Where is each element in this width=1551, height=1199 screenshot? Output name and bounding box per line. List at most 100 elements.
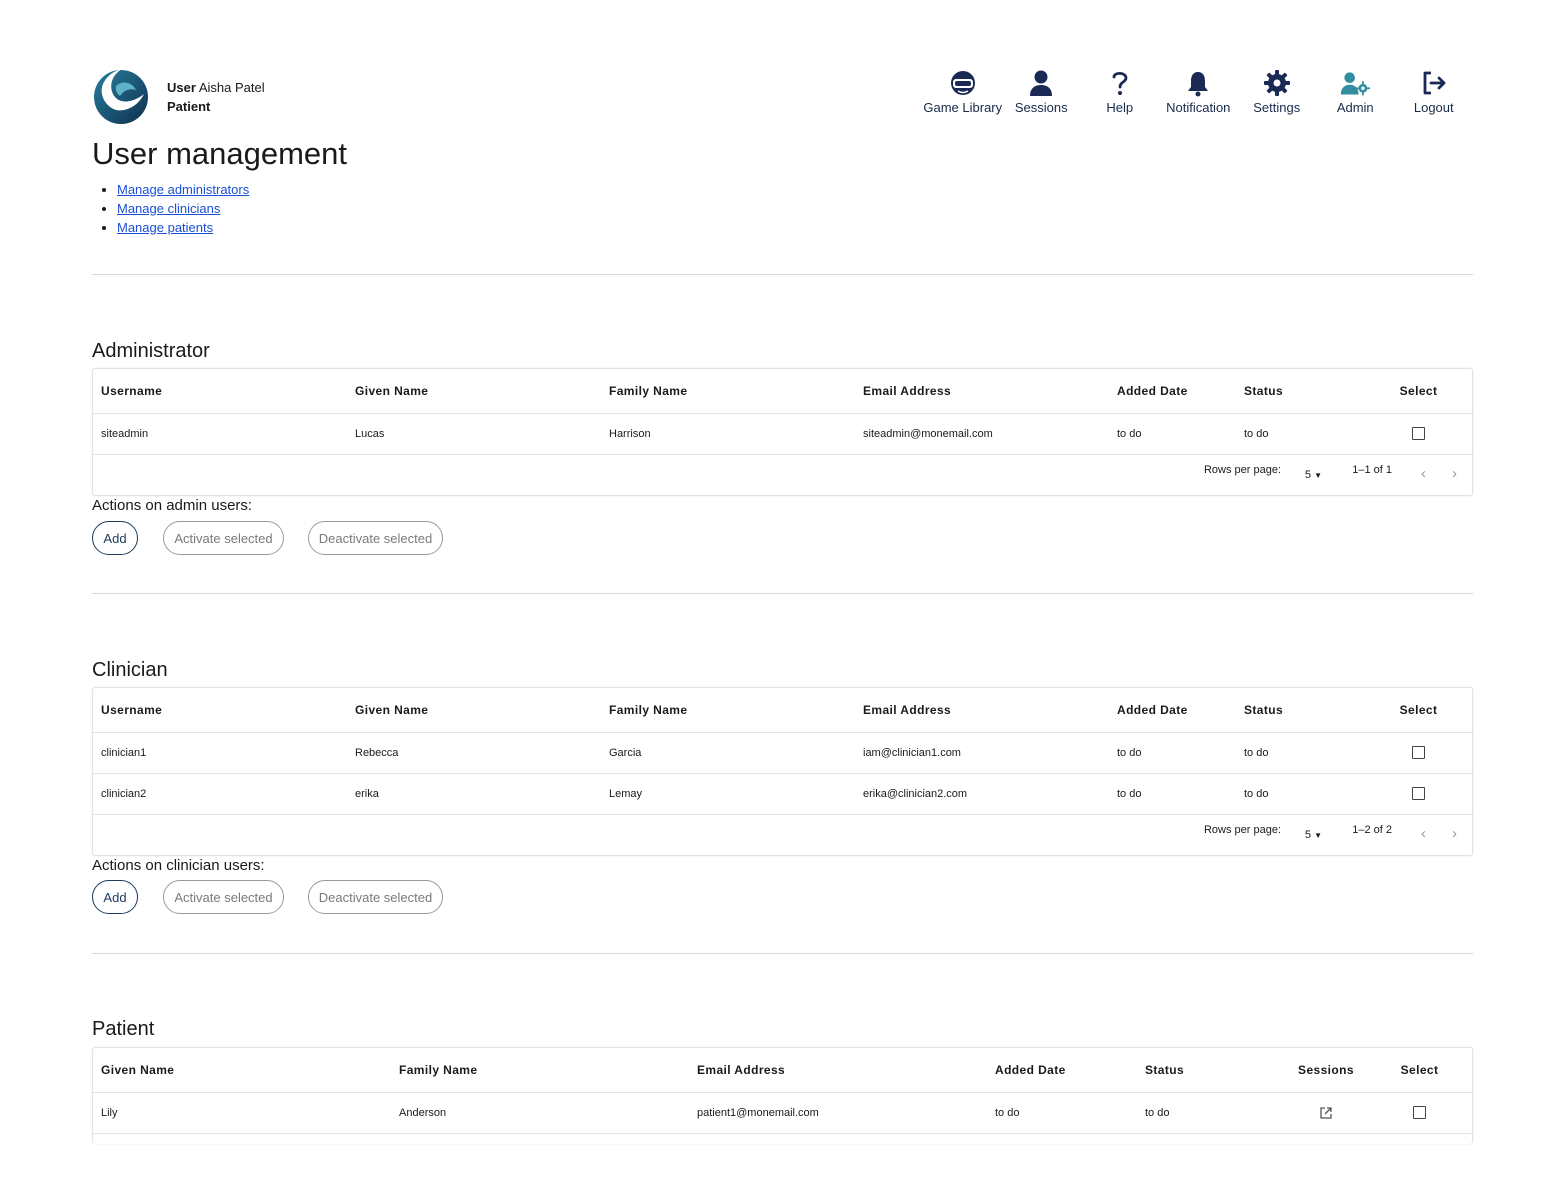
page-title: User management <box>92 136 348 171</box>
user-info: User Aisha Patel Patient <box>167 78 265 116</box>
patient-table: Given Name Family Name Email Address Add… <box>92 1047 1473 1144</box>
col-select[interactable]: Select <box>1363 688 1474 733</box>
app-logo <box>94 69 148 124</box>
nav-settings[interactable]: Settings <box>1238 68 1317 115</box>
divider <box>92 593 1473 594</box>
cell-family-name: Lemay <box>601 773 855 815</box>
col-email[interactable]: Email Address <box>855 369 1109 414</box>
cell-given-name: Lily <box>93 1092 391 1134</box>
col-username[interactable]: Username <box>93 369 347 414</box>
caret-down-icon: ▼ <box>1314 830 1322 840</box>
divider <box>92 274 1473 275</box>
col-family-name[interactable]: Family Name <box>391 1048 689 1093</box>
col-select[interactable]: Select <box>1365 1048 1472 1093</box>
clinician-deactivate-button[interactable]: Deactivate selected <box>308 880 443 914</box>
nav-label: Admin <box>1336 100 1374 115</box>
col-added-date[interactable]: Added Date <box>987 1048 1137 1093</box>
cell-added-date: to do <box>1109 732 1236 774</box>
app-header: User Aisha Patel Patient Game Library Se… <box>92 64 1473 126</box>
nav-notification[interactable]: Notification <box>1159 68 1238 115</box>
rows-per-page-value: 5 <box>1304 828 1312 841</box>
cell-email: patient1@monemail.com <box>689 1092 987 1134</box>
list-item: Manage clinicians <box>117 199 249 218</box>
external-link-icon[interactable] <box>1319 1106 1333 1120</box>
cell-status: to do <box>1236 413 1363 455</box>
col-status[interactable]: Status <box>1236 369 1363 414</box>
admin-activate-button[interactable]: Activate selected <box>163 521 284 555</box>
cell-status: to do <box>1137 1092 1287 1134</box>
nav-help[interactable]: Help <box>1081 68 1160 115</box>
admin-table: Username Given Name Family Name Email Ad… <box>92 368 1474 496</box>
cell-family-name: Anderson <box>391 1092 689 1134</box>
cell-select <box>1363 732 1474 774</box>
col-status[interactable]: Status <box>1236 688 1363 733</box>
select-checkbox[interactable] <box>1412 746 1425 759</box>
link-manage-clinicians[interactable]: Manage clinicians <box>117 201 220 216</box>
col-family-name[interactable]: Family Name <box>601 688 855 733</box>
table-row: clinician2 erika Lemay erika@clinician2.… <box>93 773 1474 815</box>
list-item: Manage administrators <box>117 180 249 199</box>
cell-added-date: to do <box>1109 413 1236 455</box>
col-sessions[interactable]: Sessions <box>1287 1048 1365 1093</box>
col-added-date[interactable]: Added Date <box>1109 369 1236 414</box>
col-added-date[interactable]: Added Date <box>1109 688 1236 733</box>
gear-icon <box>1262 68 1292 98</box>
nav-sessions[interactable]: Sessions <box>1002 68 1081 115</box>
admin-actions-label: Actions on admin users: <box>92 497 253 514</box>
col-username[interactable]: Username <box>93 688 347 733</box>
col-email[interactable]: Email Address <box>689 1048 987 1093</box>
rows-per-page-select[interactable]: 5 ▼ <box>1305 469 1322 481</box>
col-status[interactable]: Status <box>1137 1048 1287 1093</box>
patient-section-title: Patient <box>92 1018 155 1040</box>
logout-icon <box>1419 68 1449 98</box>
table-row: clinician1 Rebecca Garcia iam@clinician1… <box>93 732 1474 774</box>
cell-given-name: Rebecca <box>347 732 601 774</box>
clinician-section-title: Clinician <box>92 659 168 681</box>
col-given-name[interactable]: Given Name <box>347 688 601 733</box>
nav-label: Sessions <box>1014 100 1068 115</box>
cell-email: iam@clinician1.com <box>855 732 1109 774</box>
rows-per-page-label: Rows per page: <box>1203 463 1281 476</box>
table-row: Lily Anderson patient1@monemail.com to d… <box>93 1092 1472 1134</box>
select-checkbox[interactable] <box>1412 787 1425 800</box>
col-given-name[interactable]: Given Name <box>347 369 601 414</box>
link-manage-administrators[interactable]: Manage administrators <box>117 182 249 197</box>
nav-game-library[interactable]: Game Library <box>923 68 1002 115</box>
nav-logout[interactable]: Logout <box>1395 68 1474 115</box>
admin-deactivate-button[interactable]: Deactivate selected <box>308 521 443 555</box>
question-icon <box>1105 68 1135 98</box>
nav-admin[interactable]: Admin <box>1316 68 1395 115</box>
vr-headset-icon <box>948 68 978 98</box>
bell-icon <box>1183 68 1213 98</box>
col-email[interactable]: Email Address <box>855 688 1109 733</box>
cell-family-name: Harrison <box>601 413 855 455</box>
clinician-add-button[interactable]: Add <box>92 880 138 914</box>
chevron-right-icon[interactable]: › <box>1452 825 1457 842</box>
admin-section-title: Administrator <box>92 340 210 362</box>
link-manage-patients[interactable]: Manage patients <box>117 220 213 235</box>
chevron-left-icon[interactable]: ‹ <box>1421 825 1426 842</box>
pagination-range: 1–2 of 2 <box>1352 823 1392 836</box>
nav-label: Settings <box>1253 100 1301 115</box>
nav-label: Help <box>1106 100 1134 115</box>
user-name: Aisha Patel <box>198 80 265 95</box>
col-given-name[interactable]: Given Name <box>93 1048 391 1093</box>
chevron-left-icon[interactable]: ‹ <box>1421 465 1426 482</box>
table-header-row: Given Name Family Name Email Address Add… <box>93 1048 1472 1093</box>
user-label: User <box>167 80 196 95</box>
admin-add-button[interactable]: Add <box>92 521 138 555</box>
chevron-right-icon[interactable]: › <box>1452 465 1457 482</box>
cell-given-name: Lucas <box>347 413 601 455</box>
cell-username: clinician1 <box>93 732 347 774</box>
table-header-row: Username Given Name Family Name Email Ad… <box>93 369 1474 414</box>
select-checkbox[interactable] <box>1412 427 1425 440</box>
rows-per-page-select[interactable]: 5 ▼ <box>1305 829 1322 841</box>
col-family-name[interactable]: Family Name <box>601 369 855 414</box>
select-checkbox[interactable] <box>1413 1106 1426 1119</box>
col-select[interactable]: Select <box>1363 369 1474 414</box>
clinician-activate-button[interactable]: Activate selected <box>163 880 284 914</box>
cell-select <box>1365 1092 1472 1134</box>
table-pagination: Rows per page: 5 ▼ 1–2 of 2 ‹ › <box>93 815 1472 855</box>
rows-per-page-value: 5 <box>1304 468 1312 481</box>
person-icon <box>1026 68 1056 98</box>
